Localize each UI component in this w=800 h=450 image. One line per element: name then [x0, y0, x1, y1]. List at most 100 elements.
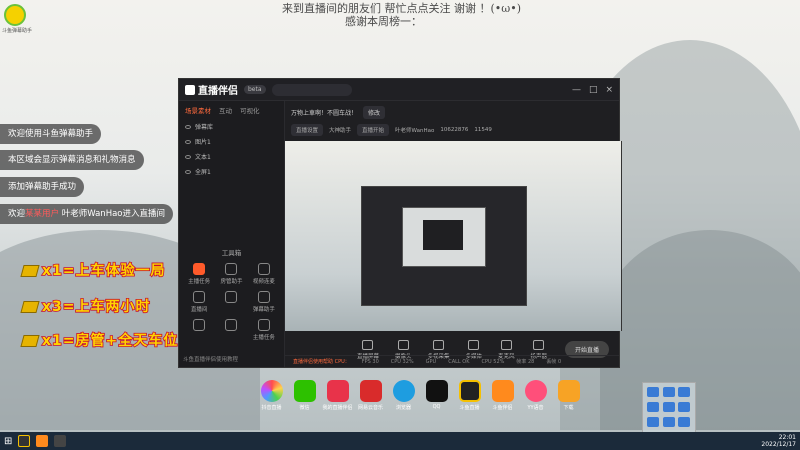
tray-icon[interactable]: [647, 417, 659, 427]
streamer-name: 叶老师WanHao: [395, 128, 435, 134]
eye-icon: [185, 154, 191, 159]
status-bar: 直播伴侣使用帮助 CPU： FPS 30 CPU 32% GPU CALL OK…: [285, 355, 619, 367]
tool-icon: [257, 263, 270, 275]
stream-preview[interactable]: [285, 141, 621, 331]
clock[interactable]: 22:01 2022/12/17: [761, 434, 796, 448]
fans-count: 11549: [474, 127, 492, 133]
eye-icon: [185, 124, 191, 129]
tool-item[interactable]: 房管助手: [217, 263, 245, 285]
tool-item[interactable]: [217, 319, 245, 341]
tray-overflow-panel: [642, 382, 696, 434]
desktop-icon[interactable]: 网易云音乐: [354, 380, 387, 411]
tab-interact[interactable]: 互动: [219, 105, 232, 115]
desktop-icon[interactable]: 浏览器: [387, 380, 420, 411]
tool-item[interactable]: [185, 319, 213, 341]
notice-suffix: 叶老师WanHao进入直播间: [59, 209, 165, 219]
start-icon[interactable]: ⊞: [4, 436, 12, 447]
tool-item[interactable]: 弹幕助手: [250, 291, 278, 313]
capture-icon: [432, 340, 444, 350]
tool-item[interactable]: 直播间: [185, 291, 213, 313]
taskbar: ⊞ 22:01 2022/12/17: [0, 432, 800, 450]
tool-icon: [257, 291, 270, 303]
desktop-icon[interactable]: 下载: [552, 380, 585, 411]
tool-item[interactable]: [217, 291, 245, 313]
tool-icon: [193, 263, 206, 275]
tray-icon[interactable]: [662, 402, 675, 412]
tool-icon: [225, 291, 238, 303]
scene-item[interactable]: 全屏1: [179, 164, 284, 179]
media-icon: [468, 340, 480, 350]
brand-icon: [185, 84, 195, 95]
tool-item[interactable]: 主播任务: [185, 263, 213, 285]
ticket-icon: [20, 301, 40, 313]
notice-item: 本区域会显示弹幕消息和礼物消息: [0, 150, 144, 170]
broadcast-button[interactable]: 直播开始: [357, 124, 390, 136]
left-panel: 场景素材 互动 可视化 弹幕库 图片1 文本1 全屏1 工具箱 主播任务 房管助…: [179, 101, 285, 367]
tool-item[interactable]: 视频连麦: [250, 263, 278, 285]
scene-item[interactable]: 弹幕库: [179, 119, 284, 134]
nested-preview: [361, 186, 527, 306]
title-bar: 直播伴侣 beta — □ ×: [179, 79, 619, 101]
desktop-icon[interactable]: 我的直播伴侣: [321, 380, 354, 411]
promo-line: x3=上车两小时: [20, 296, 151, 316]
notice-item: 添加弹幕助手成功: [0, 177, 85, 197]
version-badge: beta: [244, 85, 266, 94]
logo-caption: 斗鱼弹幕助手: [2, 28, 33, 34]
notice-item: 欢迎某某用户 叶老师WanHao进入直播间: [0, 204, 173, 224]
tray-icon[interactable]: [678, 402, 691, 412]
weekly-top-thanks: 感谢本周榜一：: [345, 15, 422, 28]
tool-item[interactable]: 主播任务: [250, 319, 278, 341]
desktop-icon[interactable]: 抖音直播: [255, 380, 288, 411]
close-button[interactable]: ×: [605, 85, 613, 95]
tab-scene[interactable]: 场景素材: [185, 105, 211, 115]
room-settings-button[interactable]: 直播设置: [291, 124, 324, 136]
desktop-icon[interactable]: 斗鱼直播: [453, 380, 486, 411]
desktop-icon[interactable]: YY语音: [519, 380, 552, 411]
notice-username: 某某用户: [25, 209, 60, 219]
tray-icon[interactable]: [678, 417, 691, 427]
desktop-icon[interactable]: QQ: [420, 380, 453, 411]
edit-button[interactable]: 修改: [363, 105, 386, 119]
tray-icon[interactable]: [662, 417, 675, 427]
category-label: 大神助手: [329, 128, 352, 134]
desktop-icons: 抖音直播 微信 我的直播伴侣 网易云音乐 浏览器 QQ 斗鱼直播 斗鱼伴侣 YY…: [255, 380, 585, 411]
taskbar-app-icon[interactable]: [54, 435, 67, 447]
tab-visual[interactable]: 可视化: [240, 105, 260, 115]
tool-icon: [257, 319, 270, 331]
camera-icon: [397, 340, 409, 350]
plane-icon: [20, 335, 40, 347]
taskbar-app-icon[interactable]: [36, 435, 49, 447]
notice-item: 欢迎使用斗鱼弹幕助手: [0, 124, 102, 144]
eye-icon: [185, 169, 191, 174]
notice-prefix: 欢迎: [8, 209, 26, 219]
tool-icon: [225, 263, 238, 275]
tool-icon: [225, 319, 238, 331]
ticket-icon: [20, 265, 40, 277]
promo-line: x1=房管+全天车位: [20, 330, 178, 350]
desktop-icon[interactable]: 微信: [288, 380, 321, 411]
scene-item[interactable]: 图片1: [179, 134, 284, 149]
tool-icon: [193, 291, 206, 303]
toolbox-title: 工具箱: [221, 249, 242, 257]
clock-date: 2022/12/17: [761, 441, 796, 448]
room-number: 10622876: [440, 127, 469, 133]
right-side-panel: [621, 141, 622, 331]
help-link[interactable]: 斗鱼直播伴侣使用教程: [183, 355, 238, 363]
stream-info-bar: 直播设置 大神助手 直播开始 叶老师WanHao 10622876 11549: [285, 123, 619, 137]
microphone-icon: [500, 340, 512, 350]
tray-icon[interactable]: [662, 387, 675, 397]
tray-icon[interactable]: [647, 402, 659, 412]
toolbox-grid: 主播任务 房管助手 视频连麦 直播间 弹幕助手 主播任务: [185, 263, 278, 341]
desktop-icon[interactable]: 斗鱼伴侣: [486, 380, 519, 411]
tray-icon[interactable]: [647, 387, 659, 397]
minimize-button[interactable]: —: [572, 85, 581, 95]
app-logo-icon: [4, 4, 26, 26]
taskbar-app-icon[interactable]: [18, 435, 31, 447]
stream-header: 万物上車啊！不圆车战！ 修改: [285, 101, 619, 123]
scene-item[interactable]: 文本1: [179, 149, 284, 164]
maximize-button[interactable]: □: [589, 85, 598, 95]
main-panel: 万物上車啊！不圆车战！ 修改 直播设置 大神助手 直播开始 叶老师WanHao …: [285, 101, 622, 367]
brand: 直播伴侣: [185, 82, 238, 97]
search-input[interactable]: [271, 83, 352, 96]
tray-icon[interactable]: [678, 387, 691, 397]
